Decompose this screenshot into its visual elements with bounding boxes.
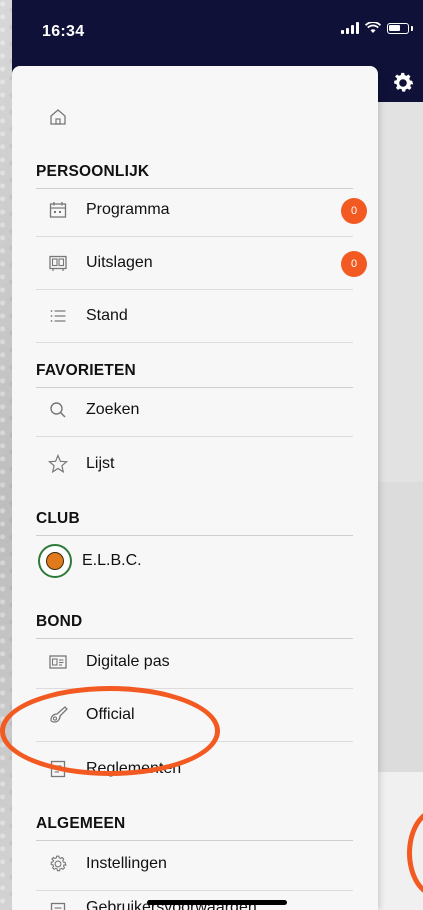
menu-item-digitale-pas[interactable]: Digitale pas (36, 636, 353, 689)
menu-item-label: E.L.B.C. (82, 551, 142, 569)
wifi-icon (365, 22, 381, 33)
menu-item-programma[interactable]: Programma 0 (36, 184, 367, 237)
home-indicator[interactable] (147, 900, 287, 905)
programma-count-badge: 0 (341, 198, 367, 224)
menu-item-club[interactable]: E.L.B.C. (36, 534, 353, 587)
menu-item-label: Programma (86, 201, 170, 218)
menu-item-label: Uitslagen (86, 254, 153, 271)
id-card-icon (46, 650, 70, 674)
menu-item-label: Lijst (86, 454, 115, 472)
list-icon (46, 304, 70, 328)
menu-item-reglementen[interactable]: Reglementen (36, 742, 353, 795)
search-icon (46, 398, 70, 422)
phone-screen: 16:34 PERSOONLIJK Programma 0 Uitslagen … (12, 0, 423, 910)
settings-icon (46, 852, 70, 876)
battery-icon (387, 22, 409, 34)
section-header-club: CLUB (36, 510, 353, 536)
document-icon (46, 757, 70, 781)
menu-item-label: Instellingen (86, 855, 167, 872)
battery-tip (411, 25, 413, 31)
menu-item-label: Reglementen (86, 759, 182, 777)
menu-item-uitslagen[interactable]: Uitslagen 0 (36, 237, 367, 290)
main-content-behind-drawer (378, 102, 423, 910)
status-icons (341, 22, 413, 34)
menu-item-label: Zoeken (86, 401, 140, 418)
navigation-drawer: PERSOONLIJK Programma 0 Uitslagen 0 Stan… (12, 66, 378, 910)
menu-item-lijst[interactable]: Lijst (36, 437, 353, 490)
menu-item-label: Digitale pas (86, 653, 170, 670)
club-logo (38, 543, 72, 578)
uitslagen-count-badge: 0 (341, 251, 367, 277)
menu-item-instellingen[interactable]: Instellingen (36, 838, 353, 891)
whistle-icon (46, 703, 70, 727)
signal-icon (341, 22, 359, 34)
menu-item-zoeken[interactable]: Zoeken (36, 384, 353, 437)
calendar-icon (46, 198, 70, 222)
document-icon (46, 899, 70, 910)
menu-item-label: Official (86, 706, 135, 723)
menu-item-stand[interactable]: Stand (36, 290, 353, 343)
scoreboard-icon (46, 251, 70, 275)
gear-icon[interactable] (390, 70, 416, 96)
home-icon (46, 105, 70, 129)
menu-item-home[interactable] (36, 90, 353, 143)
star-icon (46, 452, 70, 476)
status-time: 16:34 (42, 23, 85, 40)
menu-item-official[interactable]: Official (36, 689, 353, 742)
menu-item-label: Stand (86, 307, 128, 324)
